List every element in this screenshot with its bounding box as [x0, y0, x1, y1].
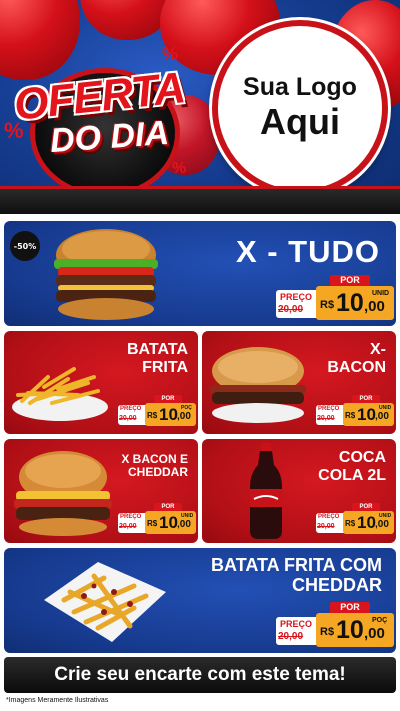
product-name: BATATA FRITA COM CHEDDAR [211, 555, 382, 595]
logo-text-line1: Sua Logo [243, 73, 357, 102]
currency-symbol: R$ [147, 519, 158, 528]
old-price: 20,00 [317, 415, 335, 422]
percent-icon: % [4, 118, 24, 143]
currency-symbol: R$ [320, 626, 335, 638]
new-price-box: R$ 10 POÇ ,00 [145, 403, 196, 426]
price-integer: 10 [336, 616, 364, 644]
price-unit: POÇ [372, 617, 388, 624]
price-unit: UNID [372, 290, 390, 297]
new-price-box: R$ 10 UNID ,00 [343, 403, 394, 426]
price-tag: POR PREÇO 20,00 R$ 10 UNID ,00 [276, 275, 394, 321]
old-price: 20,00 [119, 415, 137, 422]
disclaimer-text: *Imagens Meramente Ilustrativas [6, 697, 109, 704]
product-name: COCA COLA 2L [318, 449, 386, 484]
product-card-batata-cheddar[interactable]: BATATA FRITA COM CHEDDAR POR PREÇO 20,00… [4, 548, 396, 653]
percent-icon: % [172, 160, 187, 177]
old-price: 20,00 [119, 523, 137, 530]
product-card-batata-frita[interactable]: BATATA FRITA POR PREÇO 20,00 R$ 10 POÇ ,… [4, 331, 198, 434]
burger-image-icon [14, 451, 112, 536]
price-cents: ,00 [177, 411, 191, 422]
price-cents: ,00 [177, 519, 191, 530]
currency-symbol: R$ [320, 299, 335, 311]
balloon-decoration [0, 0, 80, 80]
product-card-coca-cola[interactable]: COCA COLA 2L POR PREÇO 20,00 R$ 10 UNID … [202, 439, 396, 543]
currency-symbol: R$ [345, 411, 356, 420]
price-cents: ,00 [364, 298, 385, 315]
price-preco-label: PREÇO [120, 514, 142, 520]
header-banner: OFERTA DO DIA % % % Sua Logo Aqui [0, 0, 400, 214]
price-por-label: POR [352, 395, 380, 403]
burger-image-icon [54, 229, 158, 320]
price-integer: 10 [159, 513, 178, 532]
price-preco-label: PREÇO [318, 514, 340, 520]
soda-bottle-image-icon [250, 443, 282, 539]
logo-placeholder[interactable]: Sua Logo Aqui [212, 20, 388, 196]
cheddar-fries-image-icon [44, 562, 166, 642]
new-price-box: R$ 10 UNID ,00 [145, 511, 196, 534]
product-card-x-tudo[interactable]: -50% X - TUDO POR PREÇO 20,00 R$ 10 UNID… [4, 221, 396, 326]
price-preco-label: PREÇO [318, 406, 340, 412]
logo-text-line2: Aqui [260, 100, 340, 142]
price-por-label: POR [352, 503, 380, 511]
price-integer: 10 [357, 405, 376, 424]
currency-symbol: R$ [345, 519, 356, 528]
price-por-label: POR [154, 395, 182, 403]
price-tag: POR PREÇO 20,00 R$ 10 POÇ ,00 [276, 602, 394, 648]
stage-floor [0, 186, 400, 214]
price-por-label: POR [330, 602, 370, 613]
product-card-x-bacon-cheddar[interactable]: X BACON E CHEDDAR POR PREÇO 20,00 R$ 10 … [4, 439, 198, 543]
price-tag: POR PREÇO 20,00 R$ 10 UNID ,00 [118, 503, 196, 535]
price-cents: ,00 [364, 625, 385, 642]
price-integer: 10 [357, 513, 376, 532]
offer-badge-subtitle: DO DIA [48, 113, 171, 161]
currency-symbol: R$ [147, 411, 158, 420]
price-preco-label: PREÇO [120, 406, 142, 412]
product-name: X - TUDO [235, 234, 380, 269]
price-cents: ,00 [375, 411, 389, 422]
product-name: X- BACON [327, 341, 386, 376]
price-por-label: POR [330, 275, 370, 286]
burger-image-icon [210, 347, 306, 423]
new-price-box: R$ 10 UNID ,00 [343, 511, 394, 534]
price-por-label: POR [154, 503, 182, 511]
percent-icon: % [162, 44, 179, 64]
old-price: 20,00 [278, 304, 304, 315]
new-price-box: R$ 10 POÇ ,00 [316, 613, 394, 647]
price-integer: 10 [159, 405, 178, 424]
price-integer: 10 [336, 289, 364, 317]
product-name: X BACON E CHEDDAR [121, 452, 188, 480]
product-name: BATATA FRITA [126, 341, 188, 376]
fries-image-icon [12, 367, 108, 421]
price-tag: POR PREÇO 20,00 R$ 10 UNID ,00 [316, 503, 394, 535]
price-tag: POR PREÇO 20,00 R$ 10 UNID ,00 [316, 395, 394, 427]
old-price: 20,00 [278, 631, 304, 642]
price-tag: POR PREÇO 20,00 R$ 10 POÇ ,00 [118, 395, 196, 427]
discount-badge: -50% [10, 231, 40, 261]
new-price-box: R$ 10 UNID ,00 [316, 286, 394, 320]
price-cents: ,00 [375, 519, 389, 530]
create-flyer-button[interactable]: Crie seu encarte com este tema! [4, 657, 396, 693]
price-preco-label: PREÇO [280, 292, 313, 302]
price-preco-label: PREÇO [280, 619, 313, 629]
old-price: 20,00 [317, 523, 335, 530]
product-card-x-bacon[interactable]: X- BACON POR PREÇO 20,00 R$ 10 UNID ,00 [202, 331, 396, 434]
